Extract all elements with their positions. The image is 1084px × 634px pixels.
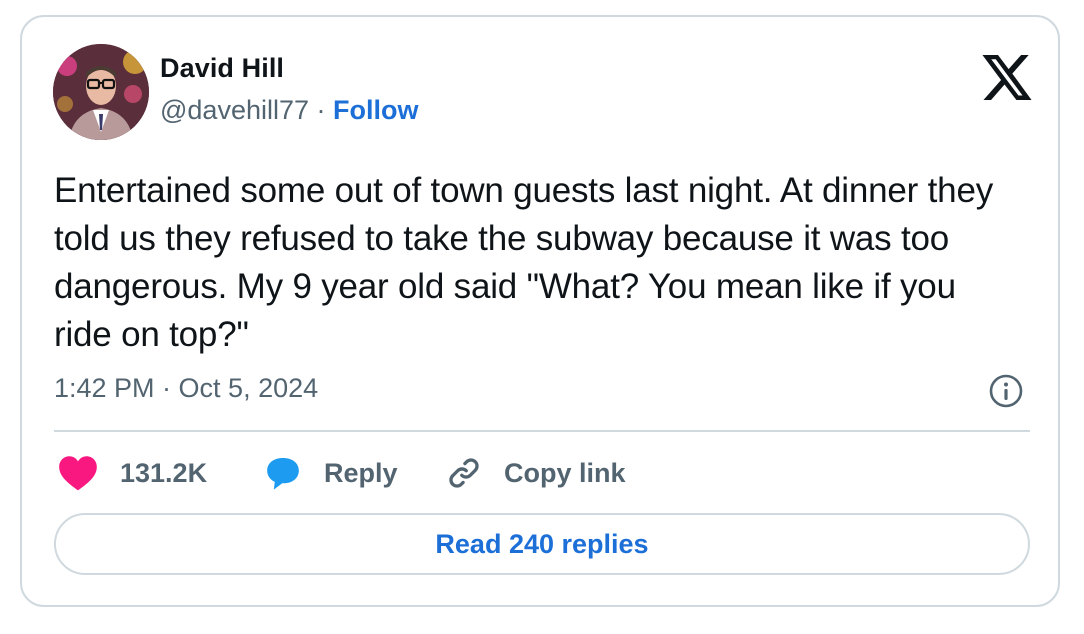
follow-button[interactable]: Follow <box>333 95 418 125</box>
heart-icon <box>59 456 97 491</box>
author-handle-row: @davehill77 · Follow <box>160 95 419 126</box>
avatar[interactable] <box>53 44 149 140</box>
tweet-card: David Hill @davehill77 · Follow Entertai… <box>20 15 1060 607</box>
reply-label: Reply <box>324 457 398 488</box>
author-name[interactable]: David Hill <box>160 53 284 84</box>
like-count: 131.2K <box>120 457 208 488</box>
link-icon <box>449 458 479 488</box>
info-icon[interactable] <box>988 373 1024 409</box>
copy-link-action[interactable]: Copy link <box>446 453 626 493</box>
copy-link-label: Copy link <box>504 457 626 488</box>
reply-action[interactable]: Reply <box>264 453 398 493</box>
read-replies-button[interactable]: Read 240 replies <box>54 513 1030 575</box>
separator-dot: · <box>316 95 326 125</box>
avatar-photo <box>53 44 149 140</box>
speech-bubble-icon <box>267 457 299 490</box>
tweet-text: Entertained some out of town guests last… <box>54 171 994 354</box>
like-action[interactable]: 131.2K <box>58 453 207 493</box>
x-logo-icon[interactable] <box>982 55 1032 100</box>
author-handle[interactable]: @davehill77 <box>160 95 309 125</box>
tweet-timestamp[interactable]: 1:42 PM · Oct 5, 2024 <box>54 373 318 404</box>
divider <box>54 430 1030 432</box>
